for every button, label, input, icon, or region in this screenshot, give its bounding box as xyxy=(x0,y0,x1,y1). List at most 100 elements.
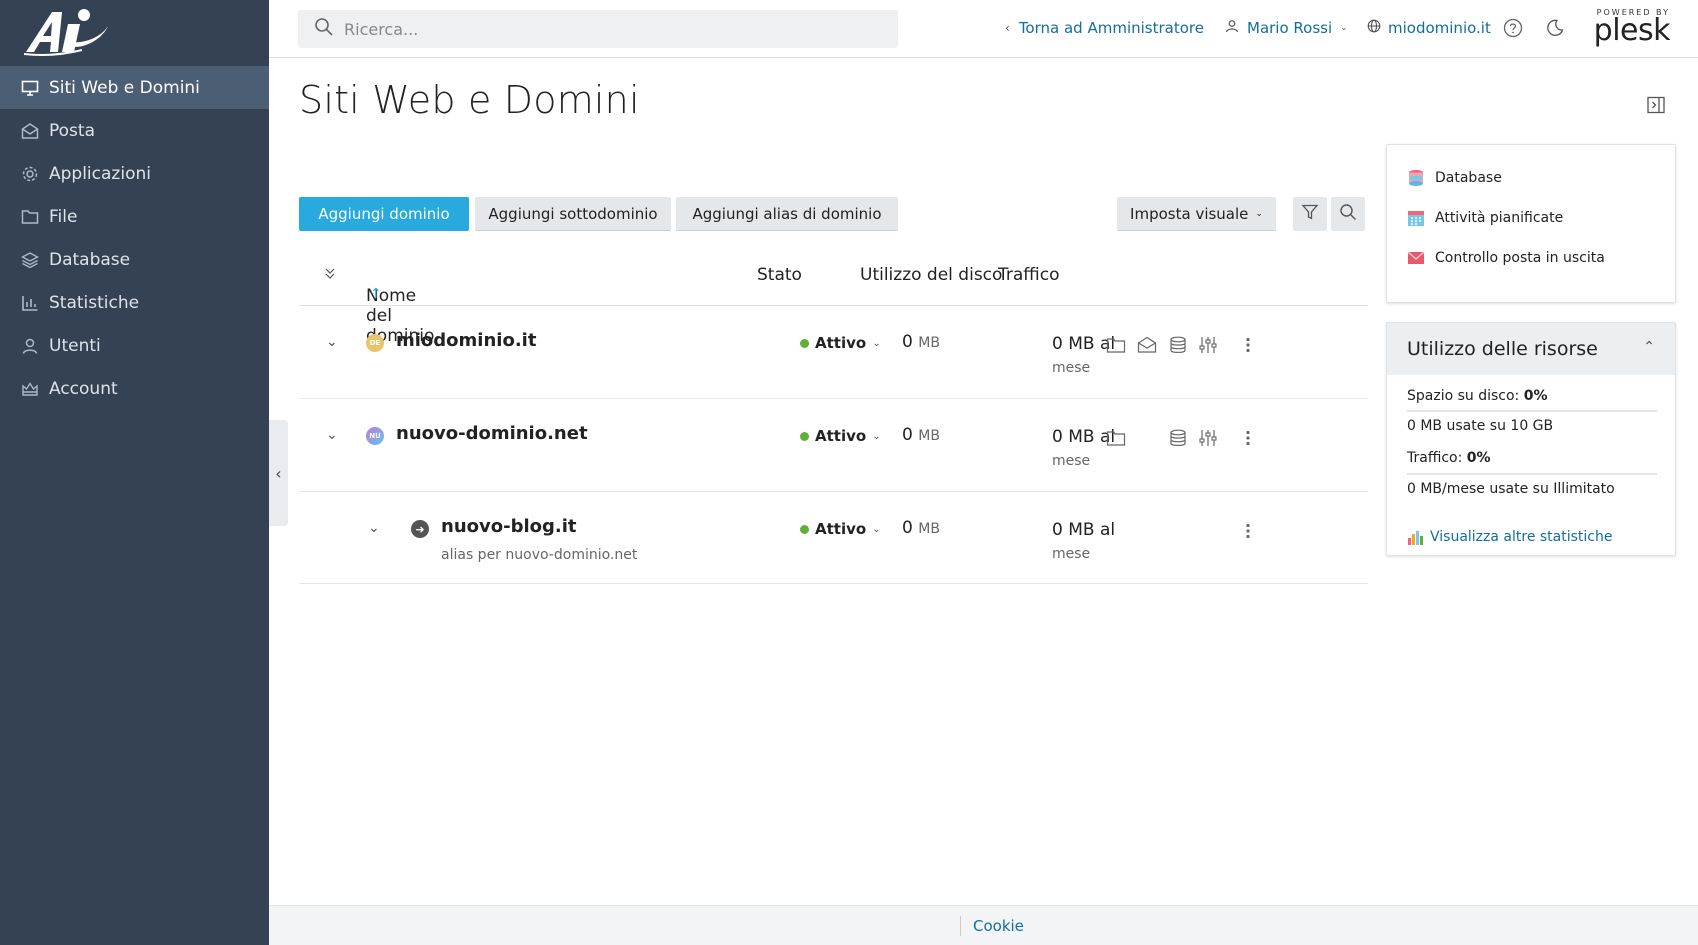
chevron-down-icon: ⌄ xyxy=(872,430,881,442)
table-search-button[interactable] xyxy=(1331,197,1365,231)
chevron-down-icon: ⌄ xyxy=(1255,208,1263,219)
calendar-icon xyxy=(1408,211,1424,226)
sidebar-item-websites[interactable]: Siti Web e Domini xyxy=(0,66,269,109)
sidebar-item-applications[interactable]: Applicazioni xyxy=(0,152,269,195)
traffic-unit: mese xyxy=(1052,360,1091,376)
expand-all-button[interactable] xyxy=(324,266,336,286)
folder-icon xyxy=(1106,338,1126,353)
more-actions-button[interactable] xyxy=(1237,520,1259,542)
plesk-logo: POWERED BY plesk xyxy=(1594,8,1671,46)
brand-logo[interactable] xyxy=(0,0,269,64)
file-manager-button[interactable] xyxy=(1105,334,1127,356)
status-dot xyxy=(800,431,809,441)
status-label: Attivo xyxy=(815,334,867,352)
double-chevron-down-icon xyxy=(325,268,335,279)
domain-favicon: NU xyxy=(366,427,384,445)
user-icon xyxy=(20,336,40,356)
table-header: Nome del dominio ↑ Stato Utilizzo del di… xyxy=(299,244,1368,346)
view-settings-dropdown[interactable]: Imposta visuale ⌄ xyxy=(1117,197,1276,231)
bar-chart-icon xyxy=(1408,531,1423,545)
quick-link-scheduled-tasks-label: Attività pianificate xyxy=(1435,210,1564,226)
more-statistics-label: Visualizza altre statistiche xyxy=(1430,529,1613,545)
search-input[interactable] xyxy=(344,19,864,39)
sidebar-item-mail[interactable]: Posta xyxy=(0,109,269,152)
more-actions-button[interactable] xyxy=(1237,334,1259,356)
sidebar-item-statistics[interactable]: Statistiche xyxy=(0,281,269,324)
status-dot xyxy=(800,338,809,348)
database-button[interactable] xyxy=(1167,334,1189,356)
disk-usage-bar xyxy=(1407,410,1657,412)
table-row: ⌄ ➜ nuovo-blog.it alias per nuovo-domini… xyxy=(299,492,1368,584)
add-domain-button[interactable]: Aggiungi dominio xyxy=(299,197,469,231)
status-dropdown[interactable]: Attivo ⌄ xyxy=(800,427,881,445)
sidebar-item-label: Statistiche xyxy=(49,292,140,313)
sidebar: Siti Web e Domini Posta Applicazioni Fil… xyxy=(0,0,269,945)
footer: Cookie xyxy=(269,905,1698,945)
domain-name-link[interactable]: nuovo-dominio.net xyxy=(396,423,588,444)
status-dropdown[interactable]: Attivo ⌄ xyxy=(800,334,881,352)
chevron-down-icon[interactable]: ⌄ xyxy=(326,427,338,443)
sliders-icon xyxy=(1199,337,1217,353)
back-to-admin-link[interactable]: ‹ Torna ad Amministratore xyxy=(1005,19,1204,37)
database-icon xyxy=(1170,336,1186,353)
disk-usage: 0 MB xyxy=(902,332,940,352)
domain-favicon: DE xyxy=(366,334,384,352)
column-header-status[interactable]: Stato xyxy=(757,265,802,285)
database-button[interactable] xyxy=(1167,427,1189,449)
add-subdomain-button[interactable]: Aggiungi sottodominio xyxy=(475,197,671,231)
monitor-icon xyxy=(20,78,40,98)
disk-space-line: Spazio su disco: 0% xyxy=(1407,388,1548,404)
mail-button[interactable] xyxy=(1136,334,1158,356)
traffic-label: Traffico: xyxy=(1407,450,1463,466)
help-button[interactable] xyxy=(1503,18,1523,42)
domain-name-link[interactable]: nuovo-blog.it xyxy=(441,516,576,537)
chevron-down-icon[interactable]: ⌄ xyxy=(368,520,380,536)
sidebar-item-label: Siti Web e Domini xyxy=(49,77,200,98)
quick-link-scheduled-tasks[interactable]: Attività pianificate xyxy=(1407,209,1563,227)
disk-value: 0 xyxy=(902,518,913,538)
more-actions-button[interactable] xyxy=(1237,427,1259,449)
crown-icon xyxy=(20,379,40,399)
filter-icon xyxy=(1301,203,1319,225)
domain-name-link[interactable]: miodominio.it xyxy=(396,330,536,351)
sidebar-item-files[interactable]: File xyxy=(0,195,269,238)
settings-button[interactable] xyxy=(1197,427,1219,449)
resource-usage-header[interactable]: Utilizzo delle risorse ⌃ xyxy=(1387,323,1675,375)
file-manager-button[interactable] xyxy=(1105,427,1127,449)
page-title: Siti Web e Domini xyxy=(299,78,640,122)
traffic-unit: mese xyxy=(1052,453,1091,469)
sidebar-item-database[interactable]: Database xyxy=(0,238,269,281)
chevron-down-icon[interactable]: ⌄ xyxy=(326,334,338,350)
settings-button[interactable] xyxy=(1197,334,1219,356)
sidebar-item-label: Database xyxy=(49,249,131,270)
disk-value: 0 xyxy=(902,332,913,352)
traffic-value: 0 MB al xyxy=(1052,520,1116,540)
quick-link-database[interactable]: Database xyxy=(1407,169,1502,187)
side-panel-toggle[interactable] xyxy=(1647,96,1665,114)
more-statistics-link[interactable]: Visualizza altre statistiche xyxy=(1407,529,1612,545)
dark-mode-toggle[interactable] xyxy=(1545,18,1565,42)
envelope-icon xyxy=(1407,251,1425,264)
disk-usage: 0 MB xyxy=(902,425,940,445)
search-box[interactable] xyxy=(298,10,898,48)
sidebar-item-users[interactable]: Utenti xyxy=(0,324,269,367)
cookie-link[interactable]: Cookie xyxy=(973,917,1024,935)
footer-divider xyxy=(960,916,961,936)
current-domain: miodominio.it xyxy=(1388,19,1491,37)
domain-menu[interactable]: miodominio.it xyxy=(1367,19,1491,37)
sidebar-item-label: Utenti xyxy=(49,335,101,356)
status-dropdown[interactable]: Attivo ⌄ xyxy=(800,520,881,538)
sidebar-item-account[interactable]: Account xyxy=(0,367,269,410)
filter-button[interactable] xyxy=(1293,197,1327,231)
user-menu[interactable]: Mario Rossi ⌄ xyxy=(1225,19,1348,37)
add-domain-alias-button[interactable]: Aggiungi alias di dominio xyxy=(676,197,898,231)
column-header-traffic[interactable]: Traffico xyxy=(998,265,1059,285)
quick-link-outgoing-mail[interactable]: Controllo posta in uscita xyxy=(1407,249,1605,267)
status-label: Attivo xyxy=(815,427,867,445)
chevron-down-icon: ⌄ xyxy=(872,523,881,535)
globe-icon xyxy=(1367,19,1381,37)
column-header-disk[interactable]: Utilizzo del disco xyxy=(860,265,1002,285)
chevron-left-icon: ‹ xyxy=(1005,21,1010,35)
traffic-percent: 0% xyxy=(1466,450,1491,466)
mail-icon xyxy=(20,121,40,141)
